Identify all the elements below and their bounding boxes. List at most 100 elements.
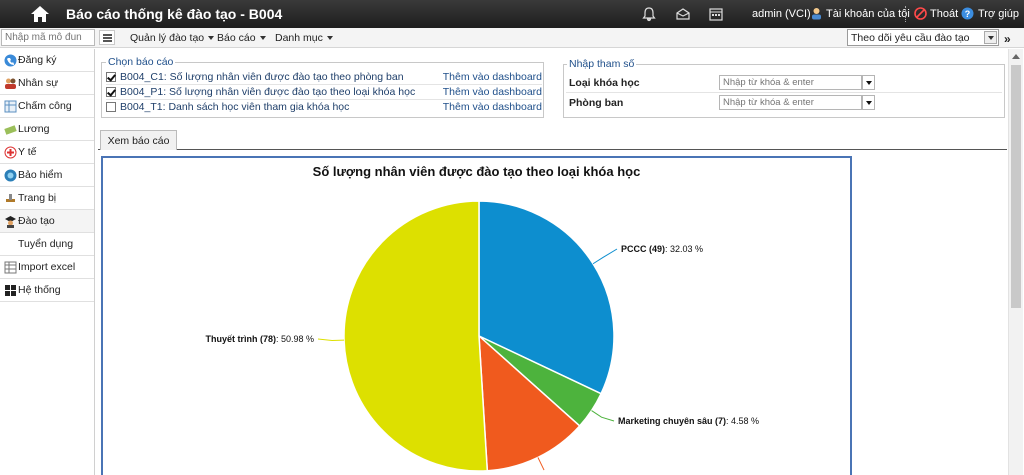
nav-bar: Quản lý đào tạo Báo cáo Danh mục Theo dõ… [0,28,1024,48]
bell-icon[interactable] [641,6,657,22]
sidebar-item-label: Trang bị [18,192,57,204]
report-selection-panel: Chọn báo cáo B004_C1: Số lượng nhân viên… [101,56,544,118]
help-link[interactable]: Trợ giúp [978,8,1019,20]
module-code-input[interactable] [1,29,95,46]
sidebar-item-timesheet[interactable]: Chấm công [0,95,94,118]
scroll-thumb[interactable] [1011,65,1021,308]
logout-link[interactable]: Thoát [930,8,958,20]
page-title: Báo cáo thống kê đào tạo - B004 [66,6,283,22]
menu-toggle-button[interactable] [99,30,115,45]
menu-label: Báo cáo [217,32,256,44]
department-label: Phòng ban [569,97,624,109]
menu-label: Danh mục [275,32,323,44]
menu-training-management[interactable]: Quản lý đào tạo [130,32,215,44]
excel-icon [4,261,17,274]
chevron-down-icon[interactable] [862,95,875,110]
pie-label-percent: : 4.58 % [726,416,759,426]
sidebar-item-salary[interactable]: Lương [0,118,94,141]
pie-label: PCCC (49): 32.03 % [621,244,703,254]
windows-icon [5,285,16,296]
add-to-dashboard-link[interactable]: Thêm vào dashboard [443,71,542,83]
calendar-icon[interactable] [708,6,724,22]
pie-connector [317,338,345,342]
sidebar-item-insurance[interactable]: Bảo hiểm [0,164,94,187]
divider [905,6,906,22]
report-checkbox[interactable] [106,87,116,97]
sidebar-item-medical[interactable]: Y tế [0,141,94,164]
department-input[interactable] [719,95,862,110]
report-checkbox[interactable] [106,72,116,82]
pie-chart: PCCC (49): 32.03 % Marketing chuyên sâu (… [205,200,759,472]
divider [566,92,1002,93]
sidebar-item-equipment[interactable]: Trang bị [0,187,94,210]
scroll-up-icon[interactable] [1012,54,1020,59]
report-label: B004_P1: Số lượng nhân viên được đào tạo… [120,86,416,98]
timesheet-icon [4,100,17,113]
report-label: B004_C1: Số lượng nhân viên được đào tạo… [120,71,404,83]
chevron-down-icon[interactable] [862,75,875,90]
menu-categories[interactable]: Danh mục [275,32,333,44]
top-bar: Báo cáo thống kê đào tạo - B004 admin (V… [0,0,1024,28]
insurance-icon [4,169,17,182]
money-icon [4,125,17,135]
pie-label: Thuyết trình (78): 50.98 % [205,334,314,344]
home-icon[interactable] [30,4,50,24]
sidebar-item-recruitment[interactable]: Tuyển dụng [0,233,94,256]
menu-label: Quản lý đào tạo [130,32,205,44]
tracking-select-value: Theo dõi yêu cầu đào tạo [851,32,970,44]
svg-text:?: ? [965,9,971,19]
parameters-legend: Nhập tham số [567,58,637,70]
report-checkbox[interactable] [106,102,116,112]
sidebar-item-label: Import excel [18,261,76,273]
report-label: B004_T1: Danh sách học viên tham gia khó… [120,101,350,113]
sidebar-item-system[interactable]: Hệ thống [0,279,94,302]
vertical-scrollbar[interactable] [1008,49,1023,475]
inbox-icon[interactable] [675,6,691,22]
medical-icon [4,146,17,159]
pie-label-percent: : 32.03 % [665,244,703,254]
people-icon [5,78,16,89]
pie-connector [591,410,615,422]
graduate-icon [5,216,16,228]
pie-connector [592,248,618,265]
logout-icon[interactable] [914,7,927,20]
add-to-dashboard-link[interactable]: Thêm vào dashboard [443,101,542,113]
sidebar-item-label: Tuyển dụng [18,238,74,250]
sidebar-item-import-excel[interactable]: Import excel [0,256,94,279]
sidebar-item-hr[interactable]: Nhân sự [0,72,94,95]
course-type-input[interactable] [719,75,862,90]
parameters-panel: Nhập tham số Loại khóa học Phòng ban [563,58,1005,118]
chart-panel: Số lượng nhân viên được đào tạo theo loạ… [101,156,852,475]
report-row: B004_P1: Số lượng nhân viên được đào tạo… [106,85,542,100]
user-name[interactable]: admin (VCI) [752,8,811,20]
report-selection-legend: Chọn báo cáo [106,56,176,68]
pie-connector [537,457,545,471]
account-icon [812,8,821,20]
pie-label-name: PCCC (49) [621,244,665,254]
equipment-icon [6,194,15,202]
sidebar-item-label: Bảo hiểm [18,169,63,181]
phone-icon [4,54,17,67]
tracking-select[interactable]: Theo dõi yêu cầu đào tạo [847,29,999,46]
sidebar-item-label: Hệ thống [18,284,61,296]
double-chevron-right-icon[interactable]: » [1004,32,1011,46]
sidebar-item-register[interactable]: Đăng ký [0,49,94,72]
sidebar-item-label: Y tế [18,146,37,158]
course-type-label: Loại khóa học [569,77,640,89]
tab-bar-line [98,149,1007,150]
sidebar-item-label: Đào tạo [18,215,55,227]
sidebar-item-label: Đăng ký [18,54,57,66]
pie-slice[interactable] [343,200,489,472]
report-row: B004_T1: Danh sách học viên tham gia khó… [106,100,542,115]
pie-label-name: Marketing chuyên sâu (7) [618,416,726,426]
menu-reports[interactable]: Báo cáo [217,32,266,44]
sidebar-item-training[interactable]: Đào tạo [0,210,94,233]
add-to-dashboard-link[interactable]: Thêm vào dashboard [443,86,542,98]
help-icon[interactable]: ? [961,7,974,20]
chevron-down-icon[interactable] [984,31,997,44]
sidebar-item-label: Chấm công [18,100,72,112]
tab-view-report[interactable]: Xem báo cáo [100,130,177,150]
my-account-link[interactable]: Tài khoản của tôi [826,8,910,20]
sidebar-item-label: Lương [18,123,50,135]
pie-label-name: Thuyết trình (78) [205,334,276,344]
